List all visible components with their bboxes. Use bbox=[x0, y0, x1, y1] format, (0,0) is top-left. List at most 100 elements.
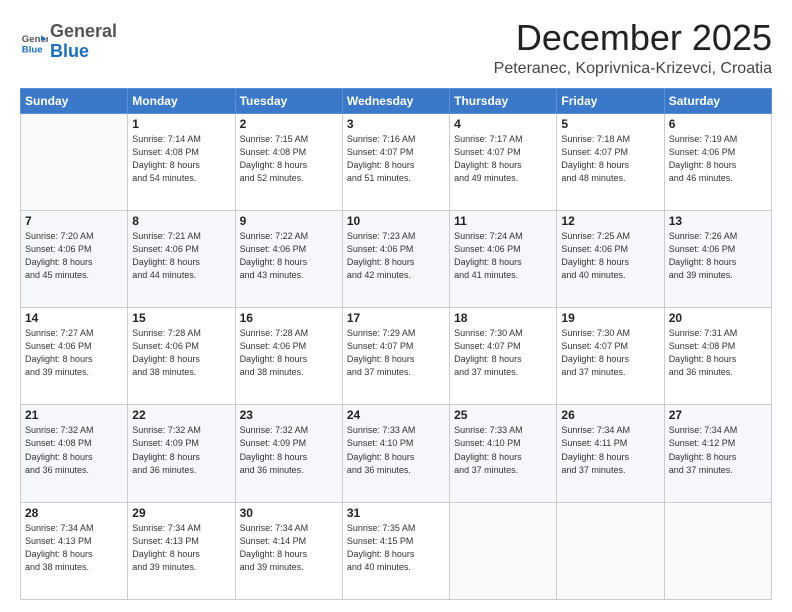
day-number: 24 bbox=[347, 408, 445, 422]
calendar-cell: 10 Sunrise: 7:23 AM Sunset: 4:06 PM Dayli… bbox=[342, 210, 449, 307]
day-number: 5 bbox=[561, 117, 659, 131]
logo-icon: General Blue bbox=[20, 28, 48, 56]
day-number: 18 bbox=[454, 311, 552, 325]
day-number: 29 bbox=[132, 506, 230, 520]
day-number: 1 bbox=[132, 117, 230, 131]
calendar-cell bbox=[557, 502, 664, 599]
day-header-saturday: Saturday bbox=[664, 88, 771, 113]
day-info: Sunrise: 7:32 AM Sunset: 4:09 PM Dayligh… bbox=[132, 424, 230, 476]
calendar-cell: 27 Sunrise: 7:34 AM Sunset: 4:12 PM Dayli… bbox=[664, 405, 771, 502]
day-number: 14 bbox=[25, 311, 123, 325]
logo-general: General bbox=[50, 21, 117, 41]
day-info: Sunrise: 7:34 AM Sunset: 4:13 PM Dayligh… bbox=[132, 522, 230, 574]
calendar-cell bbox=[664, 502, 771, 599]
calendar-cell: 12 Sunrise: 7:25 AM Sunset: 4:06 PM Dayli… bbox=[557, 210, 664, 307]
day-number: 20 bbox=[669, 311, 767, 325]
day-info: Sunrise: 7:19 AM Sunset: 4:06 PM Dayligh… bbox=[669, 133, 767, 185]
calendar-cell: 9Sunrise: 7:22 AM Sunset: 4:06 PM Daylig… bbox=[235, 210, 342, 307]
calendar-cell: 24 Sunrise: 7:33 AM Sunset: 4:10 PM Dayli… bbox=[342, 405, 449, 502]
day-number: 15 bbox=[132, 311, 230, 325]
calendar-cell: 8Sunrise: 7:21 AM Sunset: 4:06 PM Daylig… bbox=[128, 210, 235, 307]
day-info: Sunrise: 7:22 AM Sunset: 4:06 PM Dayligh… bbox=[240, 230, 338, 282]
day-info: Sunrise: 7:29 AM Sunset: 4:07 PM Dayligh… bbox=[347, 327, 445, 379]
day-header-friday: Friday bbox=[557, 88, 664, 113]
calendar-cell: 30 Sunrise: 7:34 AM Sunset: 4:14 PM Dayli… bbox=[235, 502, 342, 599]
calendar-cell: 16 Sunrise: 7:28 AM Sunset: 4:06 PM Dayli… bbox=[235, 308, 342, 405]
day-info: Sunrise: 7:20 AM Sunset: 4:06 PM Dayligh… bbox=[25, 230, 123, 282]
day-number: 13 bbox=[669, 214, 767, 228]
day-info: Sunrise: 7:35 AM Sunset: 4:15 PM Dayligh… bbox=[347, 522, 445, 574]
day-number: 26 bbox=[561, 408, 659, 422]
day-number: 25 bbox=[454, 408, 552, 422]
day-info: Sunrise: 7:32 AM Sunset: 4:09 PM Dayligh… bbox=[240, 424, 338, 476]
day-header-wednesday: Wednesday bbox=[342, 88, 449, 113]
day-info: Sunrise: 7:15 AM Sunset: 4:08 PM Dayligh… bbox=[240, 133, 338, 185]
day-number: 11 bbox=[454, 214, 552, 228]
day-number: 8 bbox=[132, 214, 230, 228]
day-number: 22 bbox=[132, 408, 230, 422]
day-info: Sunrise: 7:30 AM Sunset: 4:07 PM Dayligh… bbox=[561, 327, 659, 379]
header: General Blue General Blue December 2025 … bbox=[20, 18, 772, 78]
day-header-tuesday: Tuesday bbox=[235, 88, 342, 113]
day-number: 31 bbox=[347, 506, 445, 520]
day-number: 7 bbox=[25, 214, 123, 228]
calendar-cell: 29 Sunrise: 7:34 AM Sunset: 4:13 PM Dayli… bbox=[128, 502, 235, 599]
calendar-cell: 4Sunrise: 7:17 AM Sunset: 4:07 PM Daylig… bbox=[450, 113, 557, 210]
day-number: 19 bbox=[561, 311, 659, 325]
title-section: December 2025 Peteranec, Koprivnica-Kriz… bbox=[494, 18, 772, 78]
calendar-cell bbox=[21, 113, 128, 210]
day-info: Sunrise: 7:24 AM Sunset: 4:06 PM Dayligh… bbox=[454, 230, 552, 282]
day-header-thursday: Thursday bbox=[450, 88, 557, 113]
calendar-cell: 17 Sunrise: 7:29 AM Sunset: 4:07 PM Dayli… bbox=[342, 308, 449, 405]
day-number: 17 bbox=[347, 311, 445, 325]
calendar-week-2: 7 Sunrise: 7:20 AM Sunset: 4:06 PM Daylig… bbox=[21, 210, 772, 307]
calendar-cell: 26 Sunrise: 7:34 AM Sunset: 4:11 PM Dayli… bbox=[557, 405, 664, 502]
calendar-cell: 15Sunrise: 7:28 AM Sunset: 4:06 PM Dayli… bbox=[128, 308, 235, 405]
day-info: Sunrise: 7:34 AM Sunset: 4:12 PM Dayligh… bbox=[669, 424, 767, 476]
day-info: Sunrise: 7:27 AM Sunset: 4:06 PM Dayligh… bbox=[25, 327, 123, 379]
day-number: 23 bbox=[240, 408, 338, 422]
day-number: 12 bbox=[561, 214, 659, 228]
logo-blue: Blue bbox=[50, 41, 89, 61]
calendar-body: 1Sunrise: 7:14 AM Sunset: 4:08 PM Daylig… bbox=[21, 113, 772, 599]
day-info: Sunrise: 7:28 AM Sunset: 4:06 PM Dayligh… bbox=[240, 327, 338, 379]
day-number: 28 bbox=[25, 506, 123, 520]
day-info: Sunrise: 7:34 AM Sunset: 4:14 PM Dayligh… bbox=[240, 522, 338, 574]
day-number: 30 bbox=[240, 506, 338, 520]
calendar-cell: 25 Sunrise: 7:33 AM Sunset: 4:10 PM Dayli… bbox=[450, 405, 557, 502]
day-number: 16 bbox=[240, 311, 338, 325]
logo-text: General Blue bbox=[50, 22, 117, 62]
calendar-cell: 6Sunrise: 7:19 AM Sunset: 4:06 PM Daylig… bbox=[664, 113, 771, 210]
calendar-cell: 11 Sunrise: 7:24 AM Sunset: 4:06 PM Dayli… bbox=[450, 210, 557, 307]
calendar-cell: 13 Sunrise: 7:26 AM Sunset: 4:06 PM Dayli… bbox=[664, 210, 771, 307]
day-info: Sunrise: 7:26 AM Sunset: 4:06 PM Dayligh… bbox=[669, 230, 767, 282]
day-number: 10 bbox=[347, 214, 445, 228]
day-info: Sunrise: 7:34 AM Sunset: 4:11 PM Dayligh… bbox=[561, 424, 659, 476]
day-info: Sunrise: 7:31 AM Sunset: 4:08 PM Dayligh… bbox=[669, 327, 767, 379]
day-number: 3 bbox=[347, 117, 445, 131]
calendar-week-3: 14 Sunrise: 7:27 AM Sunset: 4:06 PM Dayli… bbox=[21, 308, 772, 405]
calendar-cell: 18 Sunrise: 7:30 AM Sunset: 4:07 PM Dayli… bbox=[450, 308, 557, 405]
calendar-cell: 2Sunrise: 7:15 AM Sunset: 4:08 PM Daylig… bbox=[235, 113, 342, 210]
day-info: Sunrise: 7:25 AM Sunset: 4:06 PM Dayligh… bbox=[561, 230, 659, 282]
day-info: Sunrise: 7:30 AM Sunset: 4:07 PM Dayligh… bbox=[454, 327, 552, 379]
calendar-cell: 3 Sunrise: 7:16 AM Sunset: 4:07 PM Daylig… bbox=[342, 113, 449, 210]
svg-text:Blue: Blue bbox=[22, 44, 43, 55]
day-header-monday: Monday bbox=[128, 88, 235, 113]
calendar-cell: 23 Sunrise: 7:32 AM Sunset: 4:09 PM Dayli… bbox=[235, 405, 342, 502]
day-info: Sunrise: 7:33 AM Sunset: 4:10 PM Dayligh… bbox=[347, 424, 445, 476]
calendar-cell: 28Sunrise: 7:34 AM Sunset: 4:13 PM Dayli… bbox=[21, 502, 128, 599]
day-info: Sunrise: 7:16 AM Sunset: 4:07 PM Dayligh… bbox=[347, 133, 445, 185]
day-info: Sunrise: 7:23 AM Sunset: 4:06 PM Dayligh… bbox=[347, 230, 445, 282]
day-number: 27 bbox=[669, 408, 767, 422]
day-number: 4 bbox=[454, 117, 552, 131]
calendar-cell: 5Sunrise: 7:18 AM Sunset: 4:07 PM Daylig… bbox=[557, 113, 664, 210]
calendar-week-4: 21Sunrise: 7:32 AM Sunset: 4:08 PM Dayli… bbox=[21, 405, 772, 502]
day-header-sunday: Sunday bbox=[21, 88, 128, 113]
calendar-cell: 14 Sunrise: 7:27 AM Sunset: 4:06 PM Dayli… bbox=[21, 308, 128, 405]
calendar-week-5: 28 Sunrise: 7:34 AM Sunset: 4:13 PM Dayli… bbox=[21, 502, 772, 599]
day-info: Sunrise: 7:33 AM Sunset: 4:10 PM Dayligh… bbox=[454, 424, 552, 476]
calendar-cell: 19 Sunrise: 7:30 AM Sunset: 4:07 PM Dayli… bbox=[557, 308, 664, 405]
calendar-cell: 21Sunrise: 7:32 AM Sunset: 4:08 PM Dayli… bbox=[21, 405, 128, 502]
calendar-header-row: SundayMondayTuesdayWednesdayThursdayFrid… bbox=[21, 88, 772, 113]
